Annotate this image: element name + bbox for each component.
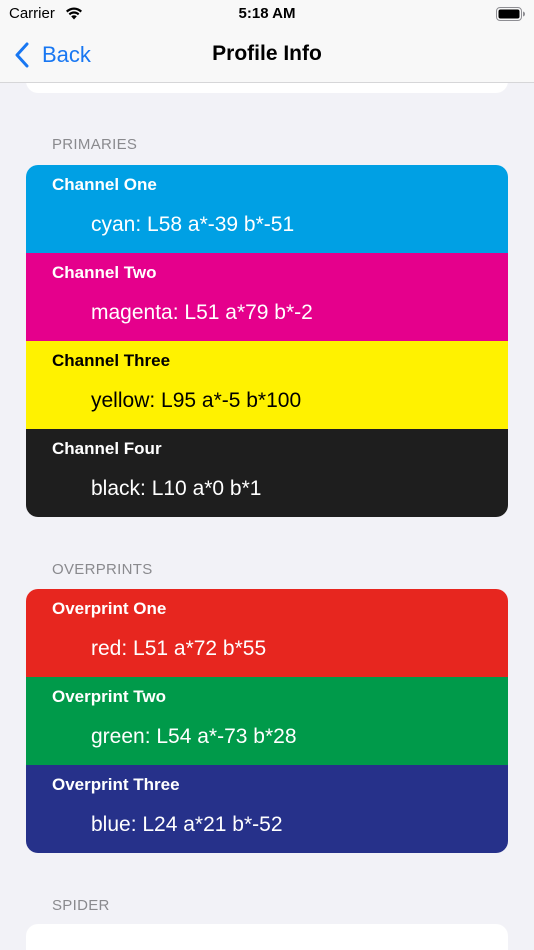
section-header-overprints: OVERPRINTS xyxy=(52,561,153,578)
navigation-bar: Back Profile Info xyxy=(0,28,534,83)
section-header-primaries: PRIMARIES xyxy=(52,136,138,153)
list-item[interactable]: Overprint Three blue: L24 a*21 b*-52 xyxy=(26,765,508,853)
list-item[interactable]: Channel Three yellow: L95 a*-5 b*100 xyxy=(26,341,508,429)
status-bar: Carrier 5:18 AM xyxy=(0,0,534,28)
row-value: red: L51 a*72 b*55 xyxy=(91,637,267,660)
content-scroll[interactable]: PRIMARIES Channel One cyan: L58 a*-39 b*… xyxy=(0,83,534,950)
status-time: 5:18 AM xyxy=(238,5,296,22)
row-value: yellow: L95 a*-5 b*100 xyxy=(91,389,302,412)
row-title: Overprint One xyxy=(52,599,167,618)
row-value: magenta: L51 a*79 b*-2 xyxy=(91,301,313,324)
page-title: Profile Info xyxy=(212,42,322,65)
list-item[interactable]: Overprint One red: L51 a*72 b*55 xyxy=(26,589,508,677)
row-title: Channel One xyxy=(52,175,157,194)
section-header-spider: SPIDER xyxy=(52,897,110,914)
primaries-group: Channel One cyan: L58 a*-39 b*-51 Channe… xyxy=(26,165,508,517)
list-item[interactable]: Channel Two magenta: L51 a*79 b*-2 xyxy=(26,253,508,341)
row-title: Overprint Two xyxy=(52,687,166,706)
list-item[interactable]: Channel One cyan: L58 a*-39 b*-51 xyxy=(26,165,508,253)
row-value: green: L54 a*-73 b*28 xyxy=(91,725,297,748)
list-item[interactable]: Overprint Two green: L54 a*-73 b*28 xyxy=(26,677,508,765)
row-title: Channel Two xyxy=(52,263,157,282)
battery-icon xyxy=(496,7,525,21)
row-value: blue: L24 a*21 b*-52 xyxy=(91,813,283,836)
spider-section-card xyxy=(26,924,508,950)
list-item[interactable]: Channel Four black: L10 a*0 b*1 xyxy=(26,429,508,517)
row-title: Overprint Three xyxy=(52,775,180,794)
previous-section-card xyxy=(26,83,508,93)
row-title: Channel Four xyxy=(52,439,162,458)
row-value: black: L10 a*0 b*1 xyxy=(91,477,262,500)
row-title: Channel Three xyxy=(52,351,171,370)
row-value: cyan: L58 a*-39 b*-51 xyxy=(91,213,295,236)
overprints-group: Overprint One red: L51 a*72 b*55 Overpri… xyxy=(26,589,508,853)
